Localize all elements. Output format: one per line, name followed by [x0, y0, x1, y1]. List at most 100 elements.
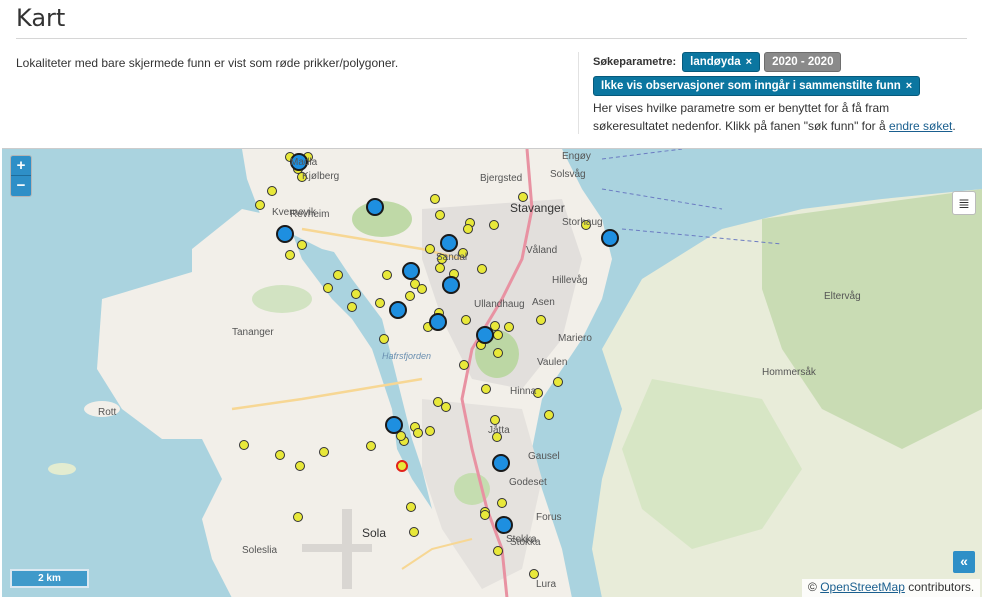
cluster-marker[interactable]	[492, 454, 510, 472]
zoom-out-button[interactable]: −	[11, 176, 31, 196]
scale-bar: 2 km	[10, 569, 89, 588]
help-text: Her vises hvilke parametre som er benytt…	[593, 101, 890, 133]
observation-marker[interactable]	[425, 244, 435, 254]
place-label: Kjølberg	[302, 171, 340, 182]
observation-marker[interactable]	[477, 264, 487, 274]
page: Kart Lokaliteter med bare skjermede funn…	[0, 0, 982, 597]
observation-marker[interactable]	[239, 440, 249, 450]
remove-hide-compiled-icon[interactable]: ×	[906, 80, 912, 92]
observation-marker[interactable]	[490, 321, 500, 331]
observation-marker[interactable]	[425, 426, 435, 436]
place-label: Tananger	[232, 327, 274, 338]
place-label: Gausel	[528, 451, 560, 462]
search-parameters-panel: Søkeparametre: landøyda × 2020 - 2020 Ik…	[578, 52, 978, 134]
place-label: Bjergsted	[480, 173, 523, 184]
zoom-control: + −	[10, 155, 32, 197]
observation-marker[interactable]	[459, 360, 469, 370]
cluster-marker[interactable]	[429, 313, 447, 331]
observation-marker[interactable]	[275, 450, 285, 460]
place-label: Vaulen	[537, 357, 568, 368]
observation-marker[interactable]	[375, 298, 385, 308]
remove-species-icon[interactable]: ×	[746, 56, 752, 68]
osm-link[interactable]: OpenStreetMap	[820, 580, 905, 594]
tag-hide-compiled: Ikke vis observasjoner som inngår i samm…	[593, 76, 921, 96]
change-search-link[interactable]: endre søket	[889, 119, 952, 133]
place-label: Soleslia	[242, 545, 278, 556]
cluster-marker[interactable]	[442, 276, 460, 294]
collapse-icon[interactable]: «	[953, 551, 975, 573]
observation-marker[interactable]	[295, 461, 305, 471]
place-label: Eltervåg	[824, 291, 861, 302]
observation-marker[interactable]	[463, 224, 473, 234]
observation-marker[interactable]	[481, 384, 491, 394]
observation-marker[interactable]	[441, 402, 451, 412]
cluster-marker[interactable]	[476, 326, 494, 344]
observation-marker[interactable]	[417, 284, 427, 294]
observation-marker[interactable]	[489, 220, 499, 230]
place-label: Sandal	[436, 252, 468, 263]
tag-year-range: 2020 - 2020	[764, 52, 842, 72]
place-label: Godeset	[509, 477, 547, 488]
observation-marker[interactable]	[409, 527, 419, 537]
place-label: Jåtta	[488, 425, 510, 436]
observation-marker[interactable]	[536, 315, 546, 325]
cluster-marker[interactable]	[440, 234, 458, 252]
observation-marker[interactable]	[430, 194, 440, 204]
observation-marker[interactable]	[490, 415, 500, 425]
cluster-marker[interactable]	[385, 416, 403, 434]
place-label: Revheim	[290, 209, 330, 220]
cluster-marker[interactable]	[601, 229, 619, 247]
observation-marker[interactable]	[529, 569, 539, 579]
place-label: Asen	[532, 297, 555, 308]
place-label: Hafrsfjorden	[382, 351, 432, 361]
observation-marker[interactable]	[379, 334, 389, 344]
cluster-marker[interactable]	[366, 198, 384, 216]
zoom-in-button[interactable]: +	[11, 156, 31, 176]
cluster-marker[interactable]	[276, 225, 294, 243]
observation-marker[interactable]	[461, 315, 471, 325]
observation-marker[interactable]	[413, 428, 423, 438]
observation-marker[interactable]	[480, 510, 490, 520]
cluster-marker[interactable]	[495, 516, 513, 534]
observation-marker[interactable]	[382, 270, 392, 280]
observation-marker[interactable]	[433, 397, 443, 407]
place-label: Engøy	[562, 151, 591, 162]
observation-marker[interactable]	[285, 250, 295, 260]
observation-marker[interactable]	[504, 322, 514, 332]
place-label: Hommersåk	[762, 367, 816, 378]
place-label: Sola	[362, 526, 387, 540]
cluster-marker[interactable]	[402, 262, 420, 280]
page-title: Kart	[16, 4, 66, 32]
observation-marker[interactable]	[497, 498, 507, 508]
redacted-observation-marker[interactable]	[396, 460, 408, 472]
tag-species: landøyda ×	[682, 52, 761, 72]
observation-marker[interactable]	[406, 502, 416, 512]
observation-marker[interactable]	[493, 330, 503, 340]
tag-year-range-label: 2020 - 2020	[772, 56, 834, 68]
observation-marker[interactable]	[255, 200, 265, 210]
observation-marker[interactable]	[544, 410, 554, 420]
observation-marker[interactable]	[405, 291, 415, 301]
observation-marker[interactable]	[293, 512, 303, 522]
observation-marker[interactable]	[493, 546, 503, 556]
attribution-prefix: ©	[808, 580, 821, 594]
attribution-suffix: contributors.	[904, 580, 975, 594]
observation-marker[interactable]	[267, 186, 277, 196]
observation-marker[interactable]	[553, 377, 563, 387]
observation-marker[interactable]	[333, 270, 343, 280]
observation-marker[interactable]	[319, 447, 329, 457]
place-label: Hillevåg	[552, 275, 588, 286]
map-view[interactable]: Stavanger Tananger Sola Sandal Ullandhaug Hin…	[2, 148, 982, 597]
place-label: Hinna	[510, 386, 537, 397]
observation-marker[interactable]	[435, 263, 445, 273]
observation-marker[interactable]	[351, 289, 361, 299]
observation-marker[interactable]	[493, 348, 503, 358]
observation-marker[interactable]	[347, 302, 357, 312]
title-divider	[16, 38, 967, 39]
layers-icon[interactable]: ≣	[952, 191, 976, 215]
observation-marker[interactable]	[297, 240, 307, 250]
observation-marker[interactable]	[323, 283, 333, 293]
observation-marker[interactable]	[366, 441, 376, 451]
cluster-marker[interactable]	[389, 301, 407, 319]
observation-marker[interactable]	[435, 210, 445, 220]
